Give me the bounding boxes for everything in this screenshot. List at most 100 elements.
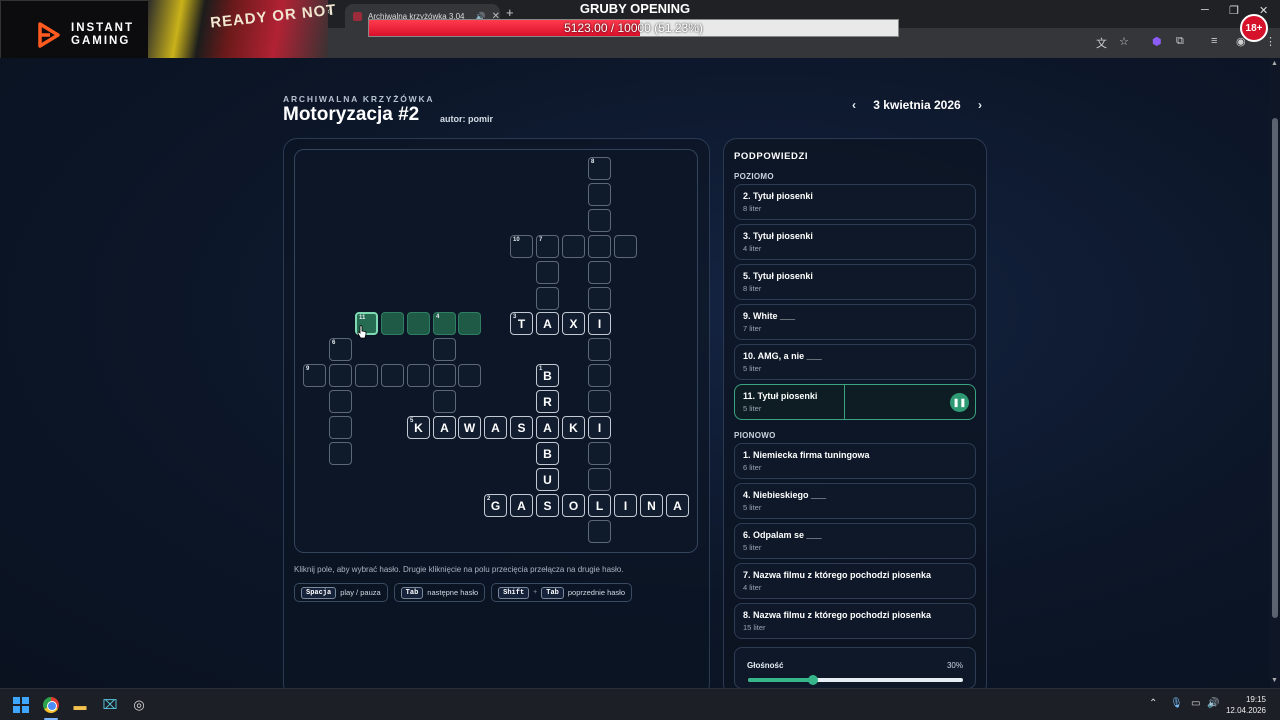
crossword-cell[interactable]: N (640, 494, 663, 517)
scroll-down-icon[interactable]: ▼ (1271, 677, 1278, 684)
clue-length: 7 liter (743, 324, 762, 333)
volume-slider[interactable] (748, 675, 963, 685)
crossword-cell[interactable] (614, 235, 637, 258)
reading-list-icon[interactable]: ≡ (1211, 35, 1217, 47)
clue-across-3[interactable]: 3. Tytuł piosenki 4 liter (734, 224, 976, 260)
crossword-cell[interactable] (458, 364, 481, 387)
extension-icon[interactable]: ⬢ (1152, 35, 1162, 48)
page-scrollbar[interactable]: ▲ ▼ (1270, 58, 1280, 688)
terminal-icon[interactable]: ⌧ (101, 696, 119, 714)
crossword-cell[interactable] (329, 364, 352, 387)
crossword-cell[interactable] (588, 364, 611, 387)
crossword-cell[interactable]: S (510, 416, 533, 439)
crossword-cell[interactable] (536, 287, 559, 310)
crossword-cell[interactable] (458, 312, 481, 335)
crossword-cell[interactable]: 2G (484, 494, 507, 517)
crossword-cell[interactable]: 3T (510, 312, 533, 335)
crossword-cell[interactable] (588, 287, 611, 310)
translate-icon[interactable]: 文 (1096, 35, 1107, 51)
system-clock[interactable]: 19:15 12.04.2026 (1222, 694, 1266, 716)
clue-across-11-active[interactable]: 11. Tytuł piosenki 5 liter ❚❚ (734, 384, 976, 420)
crossword-cell[interactable]: 8 (588, 157, 611, 180)
restore-button[interactable]: ❐ (1229, 4, 1239, 17)
crossword-cell[interactable] (536, 261, 559, 284)
crossword-cell[interactable] (433, 390, 456, 413)
crossword-cell[interactable]: L (588, 494, 611, 517)
crossword-cell[interactable]: 5K (407, 416, 430, 439)
crossword-cell[interactable]: U (536, 468, 559, 491)
crossword-cell[interactable] (588, 209, 611, 232)
crossword-cell[interactable]: I (588, 416, 611, 439)
crossword-cell[interactable] (355, 364, 378, 387)
scrollbar-thumb[interactable] (1272, 118, 1278, 618)
star-icon[interactable]: ☆ (1119, 35, 1129, 48)
file-explorer-icon[interactable]: ▬ (71, 696, 89, 714)
minimize-button[interactable]: ─ (1201, 4, 1209, 16)
crossword-cell[interactable] (329, 442, 352, 465)
volume-tray-icon[interactable]: 🔊 (1207, 698, 1219, 709)
menu-icon[interactable]: ⋮ (1265, 35, 1276, 48)
crossword-cell[interactable]: A (536, 416, 559, 439)
tray-overflow-icon[interactable]: ⌃ (1149, 698, 1157, 709)
crossword-cell[interactable]: S (536, 494, 559, 517)
puzzle-icon[interactable]: ⧉ (1176, 35, 1184, 48)
clue-down-7[interactable]: 7. Nazwa filmu z którego pochodzi piosen… (734, 563, 976, 599)
prev-date-button[interactable]: ‹ (852, 98, 856, 112)
crossword-cell[interactable] (407, 312, 430, 335)
microphone-icon[interactable]: 🎙 (1170, 698, 1183, 709)
crossword-cell[interactable]: 9 (303, 364, 326, 387)
clue-across-5[interactable]: 5. Tytuł piosenki 8 liter (734, 264, 976, 300)
crossword-cell[interactable]: X (562, 312, 585, 335)
crossword-cell[interactable] (588, 520, 611, 543)
crossword-cell[interactable]: 10 (510, 235, 533, 258)
crossword-cell[interactable] (329, 416, 352, 439)
crossword-cell[interactable] (588, 338, 611, 361)
crossword-cell[interactable] (381, 312, 404, 335)
crossword-cell[interactable]: A (666, 494, 689, 517)
clue-down-4[interactable]: 4. Niebieskiego ___ 5 liter (734, 483, 976, 519)
clue-down-8[interactable]: 8. Nazwa filmu z którego pochodzi piosen… (734, 603, 976, 639)
crossword-cell[interactable]: 6 (329, 338, 352, 361)
crossword-cell[interactable]: I (614, 494, 637, 517)
new-tab-button[interactable]: + (506, 5, 514, 20)
crossword-cell[interactable] (588, 390, 611, 413)
crossword-cell[interactable] (407, 364, 430, 387)
start-button[interactable] (12, 696, 30, 714)
crossword-cell[interactable] (588, 261, 611, 284)
crossword-cell[interactable]: A (484, 416, 507, 439)
crossword-cell[interactable] (433, 338, 456, 361)
crossword-board (294, 149, 698, 553)
clue-down-6[interactable]: 6. Odpalam se ___ 5 liter (734, 523, 976, 559)
crossword-cell[interactable] (588, 183, 611, 206)
crossword-cell[interactable]: O (562, 494, 585, 517)
network-icon[interactable]: ▭ (1191, 698, 1200, 709)
crossword-cell[interactable] (562, 235, 585, 258)
crossword-cell[interactable] (329, 390, 352, 413)
crossword-cell[interactable]: 7 (536, 235, 559, 258)
crossword-cell[interactable] (381, 364, 404, 387)
crossword-cell[interactable]: A (510, 494, 533, 517)
chrome-taskbar-button[interactable] (42, 696, 60, 714)
volume-slider-thumb[interactable] (807, 675, 818, 685)
crossword-cell[interactable]: B (536, 442, 559, 465)
crossword-cell[interactable]: 4 (433, 312, 456, 335)
clue-across-10[interactable]: 10. AMG, a nie ___ 5 liter (734, 344, 976, 380)
crossword-cell[interactable]: K (562, 416, 585, 439)
clue-down-1[interactable]: 1. Niemiecka firma tuningowa 6 liter (734, 443, 976, 479)
clue-across-2[interactable]: 2. Tytuł piosenki 8 liter (734, 184, 976, 220)
crossword-cell[interactable] (588, 468, 611, 491)
obs-icon[interactable]: ◎ (130, 696, 148, 714)
crossword-cell[interactable]: A (536, 312, 559, 335)
next-date-button[interactable]: › (978, 98, 982, 112)
crossword-cell[interactable]: R (536, 390, 559, 413)
scroll-up-icon[interactable]: ▲ (1271, 60, 1278, 67)
crossword-cell[interactable]: W (458, 416, 481, 439)
pause-button[interactable]: ❚❚ (950, 393, 969, 412)
crossword-cell[interactable] (588, 442, 611, 465)
clue-across-9[interactable]: 9. White ___ 7 liter (734, 304, 976, 340)
crossword-cell[interactable] (588, 235, 611, 258)
crossword-cell[interactable] (433, 364, 456, 387)
crossword-cell[interactable]: 1B (536, 364, 559, 387)
crossword-cell[interactable]: I (588, 312, 611, 335)
crossword-cell[interactable]: A (433, 416, 456, 439)
